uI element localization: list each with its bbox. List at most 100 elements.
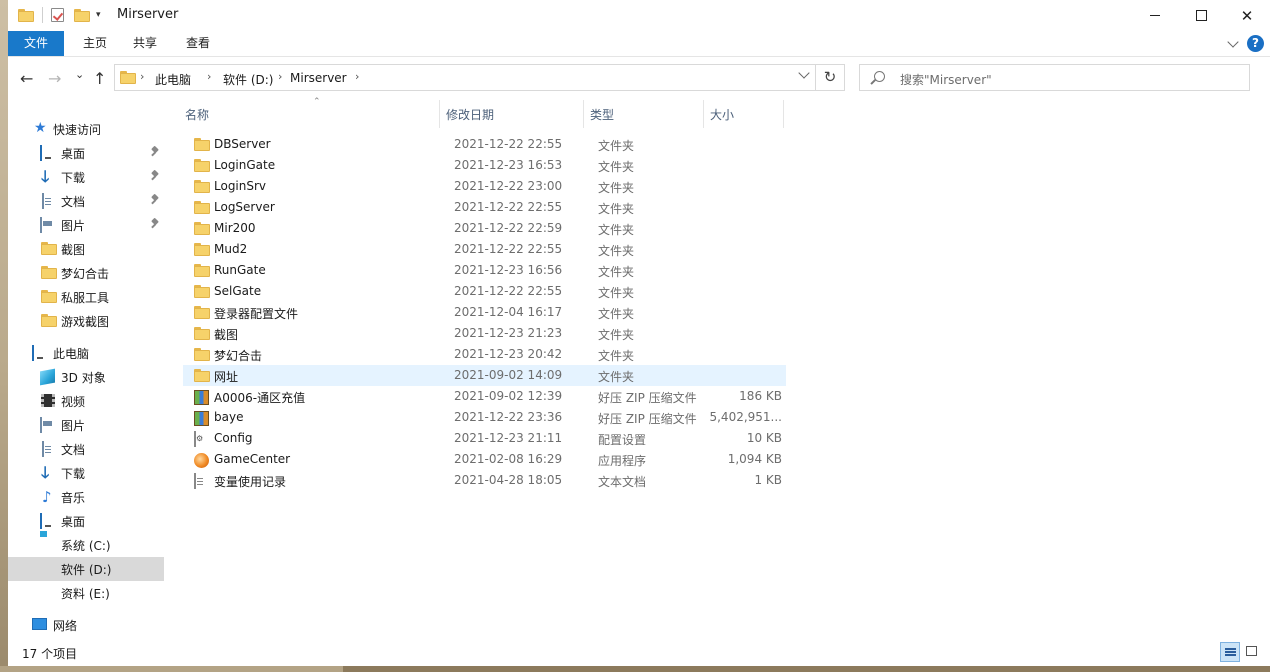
sidebar-item-pictures[interactable]: 图片 [8, 214, 164, 236]
desktop-background [0, 666, 1270, 672]
file-name: 变量使用记录 [214, 475, 287, 489]
up-button[interactable]: ↑ [93, 69, 106, 88]
desktop-icon [40, 145, 42, 161]
table-row[interactable]: 网址 2021-09-02 14:09 文件夹 [183, 365, 786, 386]
sidebar-item-documents-pc[interactable]: 文档 [8, 438, 164, 460]
close-icon: ✕ [1240, 6, 1254, 25]
sidebar-item-desktop[interactable]: 桌面 [8, 142, 164, 164]
breadcrumb-drive-d[interactable]: 软件 (D:) [223, 71, 273, 88]
sidebar-item-this-pc[interactable]: 此电脑 [8, 342, 164, 364]
forward-button[interactable]: → [48, 69, 61, 88]
table-row[interactable]: Config 2021-12-23 21:11 配置设置 10 KB [183, 428, 786, 449]
table-row[interactable]: SelGate 2021-12-22 22:55 文件夹 [183, 281, 786, 302]
sidebar-item-desktop-pc[interactable]: 桌面 [8, 510, 164, 532]
file-date: 2021-12-23 21:23 [454, 326, 563, 340]
minimize-button[interactable] [1132, 0, 1178, 31]
tab-file[interactable]: 文件 [8, 31, 64, 56]
file-date: 2021-09-02 12:39 [454, 389, 563, 403]
search-input[interactable]: 搜索"Mirserver" [859, 64, 1250, 91]
pin-icon [151, 147, 159, 157]
file-date: 2021-12-22 23:00 [454, 179, 563, 193]
sidebar-item-private-tools[interactable]: 私服工具 [8, 286, 164, 308]
sidebar-item-menghuanheji[interactable]: 梦幻合击 [8, 262, 164, 284]
sort-ascending-icon: ⌃ [313, 97, 321, 107]
sidebar-item-drive-c[interactable]: 系统 (C:) [8, 534, 164, 556]
sidebar-item-game-screenshots[interactable]: 游戏截图 [8, 310, 164, 332]
file-date: 2021-04-28 18:05 [454, 473, 563, 487]
sidebar-item-drive-e[interactable]: 资料 (E:) [8, 582, 164, 604]
properties-icon[interactable] [51, 8, 64, 22]
expand-ribbon-icon[interactable] [1227, 35, 1239, 48]
file-size: 1,094 KB [727, 452, 782, 466]
column-header-size[interactable]: 大小 [710, 106, 734, 123]
table-row[interactable]: Mir200 2021-12-22 22:59 文件夹 [183, 218, 786, 239]
sidebar-item-network[interactable]: 网络 [8, 614, 164, 636]
table-row[interactable]: 梦幻合击 2021-12-23 20:42 文件夹 [183, 344, 786, 365]
folder-icon [194, 348, 210, 361]
sidebar-item-downloads[interactable]: 🡓 下载 [8, 166, 164, 188]
pin-icon [151, 195, 159, 205]
customize-toolbar-icon[interactable]: ▾ [96, 10, 101, 20]
chevron-right-icon[interactable]: › [278, 70, 282, 83]
table-row[interactable]: Mud2 2021-12-22 22:55 文件夹 [183, 239, 786, 260]
app-icon [194, 453, 209, 468]
close-button[interactable]: ✕ [1224, 0, 1270, 31]
maximize-button[interactable] [1178, 0, 1224, 31]
tab-home[interactable]: 主页 [75, 31, 115, 56]
refresh-button[interactable]: ↻ [815, 65, 844, 90]
table-row[interactable]: LoginGate 2021-12-23 16:53 文件夹 [183, 155, 786, 176]
sidebar-item-videos[interactable]: 视频 [8, 390, 164, 412]
sidebar-item-music[interactable]: ♪ 音乐 [8, 486, 164, 508]
sidebar-item-downloads-pc[interactable]: 🡓 下载 [8, 462, 164, 484]
folder-icon [194, 222, 210, 235]
chevron-right-icon[interactable]: › [207, 70, 211, 83]
chevron-right-icon[interactable]: › [140, 70, 144, 83]
file-name: LogServer [214, 200, 275, 214]
sidebar-item-documents[interactable]: 文档 [8, 190, 164, 212]
column-header-name[interactable]: 名称 [185, 106, 209, 123]
folder-icon [194, 201, 210, 214]
tab-view[interactable]: 查看 [178, 31, 218, 56]
details-view-icon [1225, 648, 1236, 650]
help-icon[interactable]: ? [1247, 35, 1264, 52]
address-bar[interactable]: › 此电脑 › 软件 (D:) › Mirserver › ↻ [114, 64, 845, 91]
large-icons-view-button[interactable] [1242, 642, 1262, 662]
file-date: 2021-12-23 20:42 [454, 347, 563, 361]
column-header-date[interactable]: 修改日期 [446, 106, 494, 123]
details-view-button[interactable] [1220, 642, 1240, 662]
file-size: 10 KB [746, 431, 782, 445]
sidebar-item-quick-access[interactable]: ★ 快速访问 [8, 118, 164, 140]
file-name: DBServer [214, 137, 271, 151]
new-folder-icon[interactable] [74, 8, 90, 22]
breadcrumb-mirserver[interactable]: Mirserver [290, 71, 347, 85]
file-name: SelGate [214, 284, 262, 298]
tab-share[interactable]: 共享 [125, 31, 165, 56]
file-type: 文件夹 [598, 139, 635, 153]
sidebar-item-drive-d[interactable]: 软件 (D:) [8, 557, 164, 581]
table-row[interactable]: baye 2021-12-22 23:36 好压 ZIP 压缩文件 5,402,951… [183, 407, 786, 428]
minimize-icon [1150, 15, 1160, 16]
address-dropdown-icon[interactable] [798, 67, 810, 79]
sidebar-item-pictures-pc[interactable]: 图片 [8, 414, 164, 436]
table-row[interactable]: GameCenter 2021-02-08 16:29 应用程序 1,094 KB [183, 449, 786, 470]
table-row[interactable]: LogServer 2021-12-22 22:55 文件夹 [183, 197, 786, 218]
sidebar-item-screenshots[interactable]: 截图 [8, 238, 164, 260]
column-header-type[interactable]: 类型 [590, 106, 614, 123]
file-name: RunGate [214, 263, 266, 277]
table-row[interactable]: A0006-通区充值 2021-09-02 12:39 好压 ZIP 压缩文件 186… [183, 386, 786, 407]
folder-icon [120, 71, 136, 84]
sidebar-item-3d-objects[interactable]: 3D 对象 [8, 366, 164, 388]
recent-locations-button[interactable]: ⌄ [75, 68, 84, 81]
table-row[interactable]: 截图 2021-12-23 21:23 文件夹 [183, 323, 786, 344]
table-row[interactable]: 登录器配置文件 2021-12-04 16:17 文件夹 [183, 302, 786, 323]
folder-icon [41, 242, 57, 256]
chevron-right-icon[interactable]: › [355, 70, 359, 83]
file-name: 网址 [214, 370, 239, 384]
breadcrumb-this-pc[interactable]: 此电脑 [155, 71, 191, 88]
table-row[interactable]: DBServer 2021-12-22 22:55 文件夹 [183, 134, 786, 155]
back-button[interactable]: ← [20, 69, 33, 88]
table-row[interactable]: 变量使用记录 2021-04-28 18:05 文本文档 1 KB [183, 470, 786, 491]
folder-icon [194, 306, 210, 319]
table-row[interactable]: RunGate 2021-12-23 16:56 文件夹 [183, 260, 786, 281]
table-row[interactable]: LoginSrv 2021-12-22 23:00 文件夹 [183, 176, 786, 197]
